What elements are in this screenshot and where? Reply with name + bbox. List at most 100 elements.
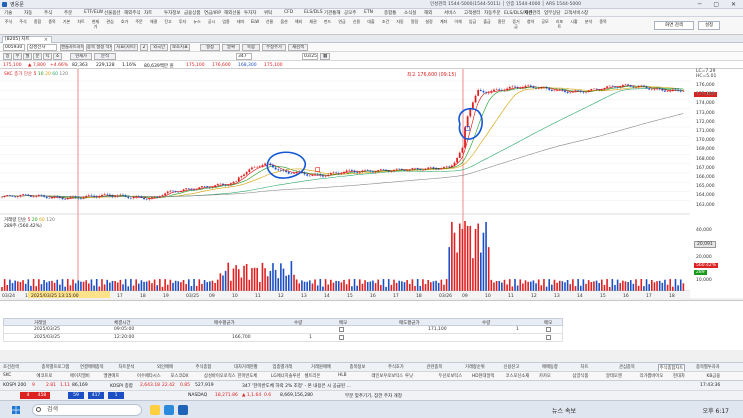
extra-button[interactable]: 분석 (94, 53, 116, 60)
toolbar-button[interactable]: 리포트 (554, 19, 565, 33)
toolbar-button[interactable]: 체결 (148, 19, 159, 33)
period-button[interactable]: 월 (23, 53, 32, 60)
menu-item[interactable]: 차트 (144, 10, 152, 16)
favorite-stock[interactable]: 두산로보틱스 (439, 373, 463, 379)
toolbar-button[interactable]: 신용 (351, 19, 362, 33)
favorite-stock[interactable]: SKC (3, 373, 11, 378)
menu-item[interactable]: 기관통해 (324, 10, 341, 16)
status-news[interactable]: 347 '한미반도체 하락 2% 조정' - 본 내용은 시 공급된 ... (242, 383, 351, 389)
menu-item[interactable]: 주문 (64, 10, 72, 16)
favorite-stock[interactable]: HLB (338, 373, 347, 378)
toolbar-button[interactable]: 종목 (47, 19, 58, 33)
favorite-stock[interactable]: 현대차 (673, 373, 685, 379)
toolbar-button[interactable]: 출금 (482, 19, 493, 33)
count-button[interactable]: 2 (140, 44, 148, 51)
menu-item[interactable]: CFD (284, 10, 293, 15)
menu-item[interactable]: 자동 (24, 10, 32, 16)
screen-search-input[interactable]: 화면 검색 (654, 21, 694, 30)
toolbar-button[interactable]: 호가 (119, 19, 130, 33)
toolbar-button[interactable]: 연금 (337, 19, 348, 33)
toolbar-button[interactable]: 공모 (540, 19, 551, 33)
favorite-stock[interactable]: 셀트리온 (305, 373, 321, 379)
bottom-tab[interactable]: 매매동향 (542, 364, 558, 370)
bottom-tab[interactable]: 거래량순위 (465, 364, 485, 370)
menu-item[interactable]: 자동주문 (484, 10, 501, 16)
favorite-stock[interactable]: KB금융 (707, 373, 721, 379)
trade-row[interactable]: 2025/03/25 09:05:00 171,100 1 (3, 326, 563, 334)
bottom-tab[interactable]: 외인매매 (157, 364, 173, 370)
toolbar-button[interactable]: 이체 (453, 19, 464, 33)
favorite-stock[interactable]: HD현대일렉 (472, 373, 494, 379)
toolbar-button[interactable]: 해외 (293, 19, 304, 33)
chart-canvas[interactable]: 03/24 13 14 15 16 17 18 19 03/25 09 10 11 12 13 14 15 16… (0, 69, 690, 299)
favorite-stock[interactable]: 카카오 (539, 373, 551, 379)
extra-button[interactable]: 현재가 (70, 53, 92, 60)
toolbar-button[interactable]: 기본 (61, 19, 72, 33)
menu-item[interactable]: 위탁 (264, 10, 272, 16)
toolbar-button[interactable]: 잔고 (163, 19, 174, 33)
toolbar-button[interactable]: 자동 (395, 19, 406, 33)
bottom-tab[interactable]: 연결매매종목 (80, 364, 104, 370)
toolbar-button[interactable]: 현재가 (90, 19, 101, 33)
favorite-stock[interactable]: 리가켐바이오 (640, 373, 664, 379)
toolbar-button[interactable]: 청약 (525, 19, 536, 33)
toolbar-button[interactable]: 분석 (583, 19, 594, 33)
date-button[interactable]: 날짜 (222, 44, 240, 51)
menu-item[interactable]: ELS/DLS (304, 10, 323, 15)
toolbar-button[interactable]: 펀드 (322, 19, 333, 33)
browser-icon[interactable] (164, 405, 174, 415)
window-controls[interactable]: ─ ▢ ✕ (698, 1, 741, 8)
toolbar-button[interactable]: 시황 (569, 19, 580, 33)
toolbar-button[interactable]: 알림 (409, 19, 420, 33)
toolbar-button[interactable]: 조건 (380, 19, 391, 33)
menu-item[interactable]: 해외 (424, 10, 432, 16)
menu-item[interactable]: 금융상품 (184, 10, 201, 16)
toolbar-button[interactable]: 관심 (105, 19, 116, 33)
menu-item[interactable]: 고객서비스 (564, 10, 585, 16)
menu-item[interactable]: 종합통 (384, 10, 396, 16)
favorite-stock[interactable]: 코스모신소재 (506, 373, 530, 379)
favorite-stock[interactable]: LG에너지솔루션 (271, 373, 300, 379)
toolbar-button[interactable]: 주식 (18, 19, 29, 33)
bottom-tab[interactable]: 업종별거래 (273, 364, 293, 370)
bottom-tab[interactable]: 차트분석 (119, 364, 135, 370)
toolbar-button[interactable]: 계좌 (438, 19, 449, 33)
toolbar-button[interactable]: 채권 (308, 19, 319, 33)
favorite-stock[interactable]: 알테오젠 (606, 373, 622, 379)
bottom-tab[interactable]: 주식호가 (388, 364, 404, 370)
settings-button[interactable]: 설정 (698, 21, 720, 30)
bottom-tab[interactable]: 관심종목 (619, 364, 635, 370)
windows-start-icon[interactable] (12, 406, 20, 414)
price-chart[interactable]: 03/24 13 14 15 16 17 18 19 03/25 09 10 11 12 13 14 15 16… (0, 69, 690, 299)
menu-item[interactable]: 서비스 (444, 10, 456, 16)
toolbar-button[interactable]: 대출 (366, 19, 377, 33)
sub-indicator-button[interactable]: 보조지표 (170, 44, 190, 51)
news-widget[interactable]: 뉴스 속보 (552, 406, 576, 415)
toolbar-button[interactable]: 증거금 (511, 19, 522, 33)
count-input[interactable]: 347 (236, 53, 252, 60)
stock-code-input[interactable]: 005930 (3, 44, 25, 51)
menu-item[interactable]: 공모주 (344, 10, 356, 16)
sell-memo-checkbox[interactable] (546, 327, 551, 332)
menu-item[interactable]: 업무상담 (544, 10, 561, 16)
favorite-stock[interactable]: 레인보우로보틱스 (372, 373, 404, 379)
bottom-tab[interactable]: 조건검색 (3, 364, 19, 370)
menu-item[interactable]: 연금/IRP (204, 10, 221, 16)
toolbar-button[interactable]: 테마 (235, 19, 246, 33)
adjusted-price-button[interactable]: 수정주가 (262, 44, 286, 51)
toolbar-button[interactable]: 선물 (264, 19, 275, 33)
toolbar-button[interactable]: 환전 (496, 19, 507, 33)
period-button[interactable]: 초 (53, 53, 62, 60)
toolbar-button[interactable]: 주식 (3, 19, 14, 33)
stock-setting-button[interactable]: 종목 설정 삭제 (86, 44, 112, 51)
menu-item[interactable]: 해외선물 (224, 10, 241, 16)
toolbar-button[interactable]: 종목 (598, 19, 609, 33)
bottom-tab[interactable]: 종목별투자자 (696, 364, 720, 370)
toolbar-button[interactable]: 종합 (32, 19, 43, 33)
menu-item[interactable]: 소식실 (404, 10, 416, 16)
toolbar-button[interactable]: 공시 (206, 19, 217, 33)
calendar-icon[interactable]: ▦ (320, 53, 330, 60)
period-button[interactable]: 일 (3, 53, 12, 60)
bottom-tab[interactable]: 신용잔고 (504, 364, 520, 370)
taskbar-search-input[interactable]: 검색 (32, 404, 142, 416)
